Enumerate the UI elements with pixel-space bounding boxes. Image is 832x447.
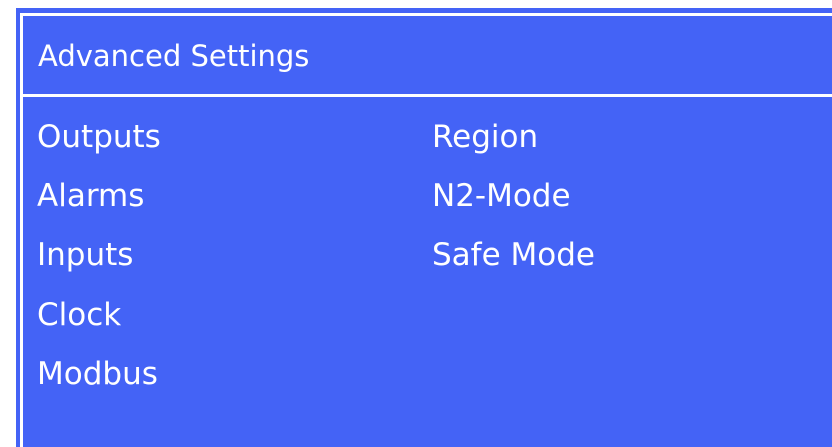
menu-item-region[interactable]: Region (432, 118, 538, 156)
menu-item-safe-mode[interactable]: Safe Mode (432, 236, 595, 274)
settings-panel: Advanced Settings Outputs Alarms Inputs … (20, 13, 832, 447)
menu-item-clock[interactable]: Clock (37, 296, 121, 334)
menu-item-modbus[interactable]: Modbus (37, 355, 158, 393)
page-title: Advanced Settings (38, 39, 310, 73)
menu-item-alarms[interactable]: Alarms (37, 177, 144, 215)
title-bar: Advanced Settings (23, 16, 832, 97)
menu-item-n2-mode[interactable]: N2-Mode (432, 177, 571, 215)
menu-item-outputs[interactable]: Outputs (37, 118, 161, 156)
settings-screen: Advanced Settings Outputs Alarms Inputs … (16, 8, 832, 447)
menu-item-inputs[interactable]: Inputs (37, 236, 133, 274)
